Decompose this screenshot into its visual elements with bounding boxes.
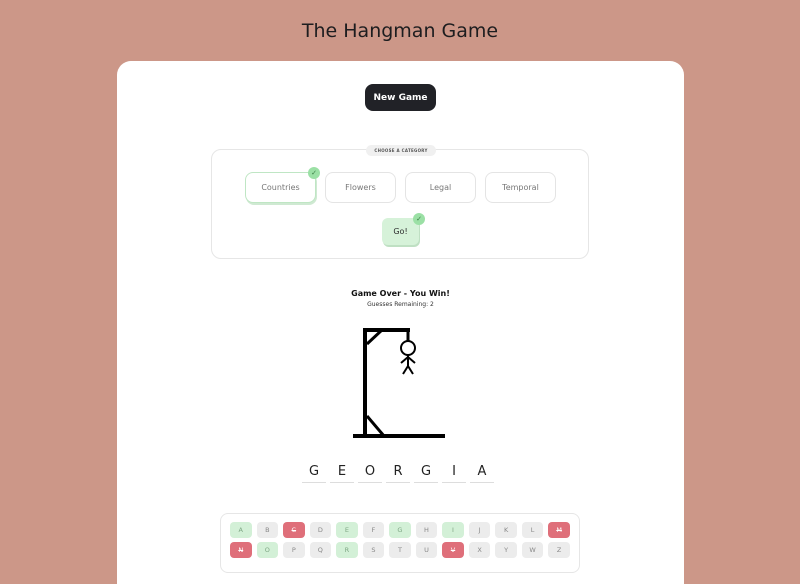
gallows-brace-top — [365, 328, 384, 346]
category-option-label: Flowers — [345, 183, 376, 192]
key-y[interactable]: Y — [495, 542, 517, 558]
word-letter: E — [330, 461, 354, 483]
key-w[interactable]: W — [521, 542, 544, 558]
guesses-remaining: Guesses Remaining: 2 — [117, 301, 684, 308]
word-letter: A — [470, 461, 494, 483]
word-letter: G — [302, 461, 326, 483]
word-display: G E O R G I A — [302, 461, 494, 483]
hangman-arm-right — [407, 356, 416, 364]
key-m[interactable]: M — [548, 522, 570, 538]
key-r[interactable]: R — [336, 542, 358, 558]
category-option-label: Countries — [261, 183, 300, 192]
key-e[interactable]: E — [336, 522, 358, 538]
category-option-label: Temporal — [502, 183, 539, 192]
letter-keyboard: ABCDEFGHIJKLM NOPQRSTUVXYWZ — [220, 513, 580, 573]
key-b[interactable]: B — [256, 522, 279, 538]
category-option-legal[interactable]: Legal — [405, 172, 476, 203]
game-card: New Game CHOOSE A CATEGORY Countries ✓ F… — [117, 61, 684, 584]
category-legend: CHOOSE A CATEGORY — [366, 145, 436, 156]
hangman-drawing — [353, 328, 445, 438]
key-v[interactable]: V — [442, 542, 464, 558]
key-l[interactable]: L — [521, 522, 544, 538]
hangman-head — [400, 340, 416, 356]
key-s[interactable]: S — [362, 542, 385, 558]
key-c[interactable]: C — [283, 522, 305, 538]
category-selector: CHOOSE A CATEGORY Countries ✓ Flowers Le… — [211, 145, 589, 259]
keyboard-row: NOPQRSTUVXYWZ — [230, 542, 570, 558]
category-option-temporal[interactable]: Temporal — [485, 172, 556, 203]
key-u[interactable]: U — [415, 542, 438, 558]
key-f[interactable]: F — [362, 522, 385, 538]
key-a[interactable]: A — [230, 522, 252, 538]
hangman-arm-left — [400, 356, 409, 364]
check-icon: ✓ — [308, 167, 320, 179]
key-n[interactable]: N — [230, 542, 252, 558]
word-letter: R — [386, 461, 410, 483]
key-k[interactable]: K — [495, 522, 517, 538]
key-x[interactable]: X — [468, 542, 491, 558]
keyboard-row: ABCDEFGHIJKLM — [230, 522, 570, 538]
key-g[interactable]: G — [389, 522, 411, 538]
new-game-button[interactable]: New Game — [365, 84, 436, 111]
hangman-leg-right — [407, 365, 414, 375]
category-option-flowers[interactable]: Flowers — [325, 172, 396, 203]
key-d[interactable]: D — [309, 522, 332, 538]
category-option-countries[interactable]: Countries — [245, 172, 316, 203]
guesses-remaining-label: Guesses Remaining: — [367, 301, 429, 308]
check-icon: ✓ — [413, 213, 425, 225]
key-o[interactable]: O — [256, 542, 279, 558]
guesses-remaining-value: 2 — [430, 301, 434, 308]
key-j[interactable]: J — [468, 522, 491, 538]
word-letter: G — [414, 461, 438, 483]
gallows-brace-bottom — [365, 415, 386, 437]
hangman-leg-left — [402, 365, 409, 375]
page-title: The Hangman Game — [301, 20, 499, 42]
key-i[interactable]: I — [442, 522, 464, 538]
key-h[interactable]: H — [415, 522, 438, 538]
category-option-label: Legal — [429, 183, 452, 192]
game-status: Game Over - You Win! — [351, 289, 450, 298]
key-t[interactable]: T — [389, 542, 411, 558]
word-letter: I — [442, 461, 466, 483]
key-q[interactable]: Q — [309, 542, 332, 558]
key-p[interactable]: P — [283, 542, 305, 558]
key-z[interactable]: Z — [548, 542, 570, 558]
word-letter: O — [358, 461, 382, 483]
